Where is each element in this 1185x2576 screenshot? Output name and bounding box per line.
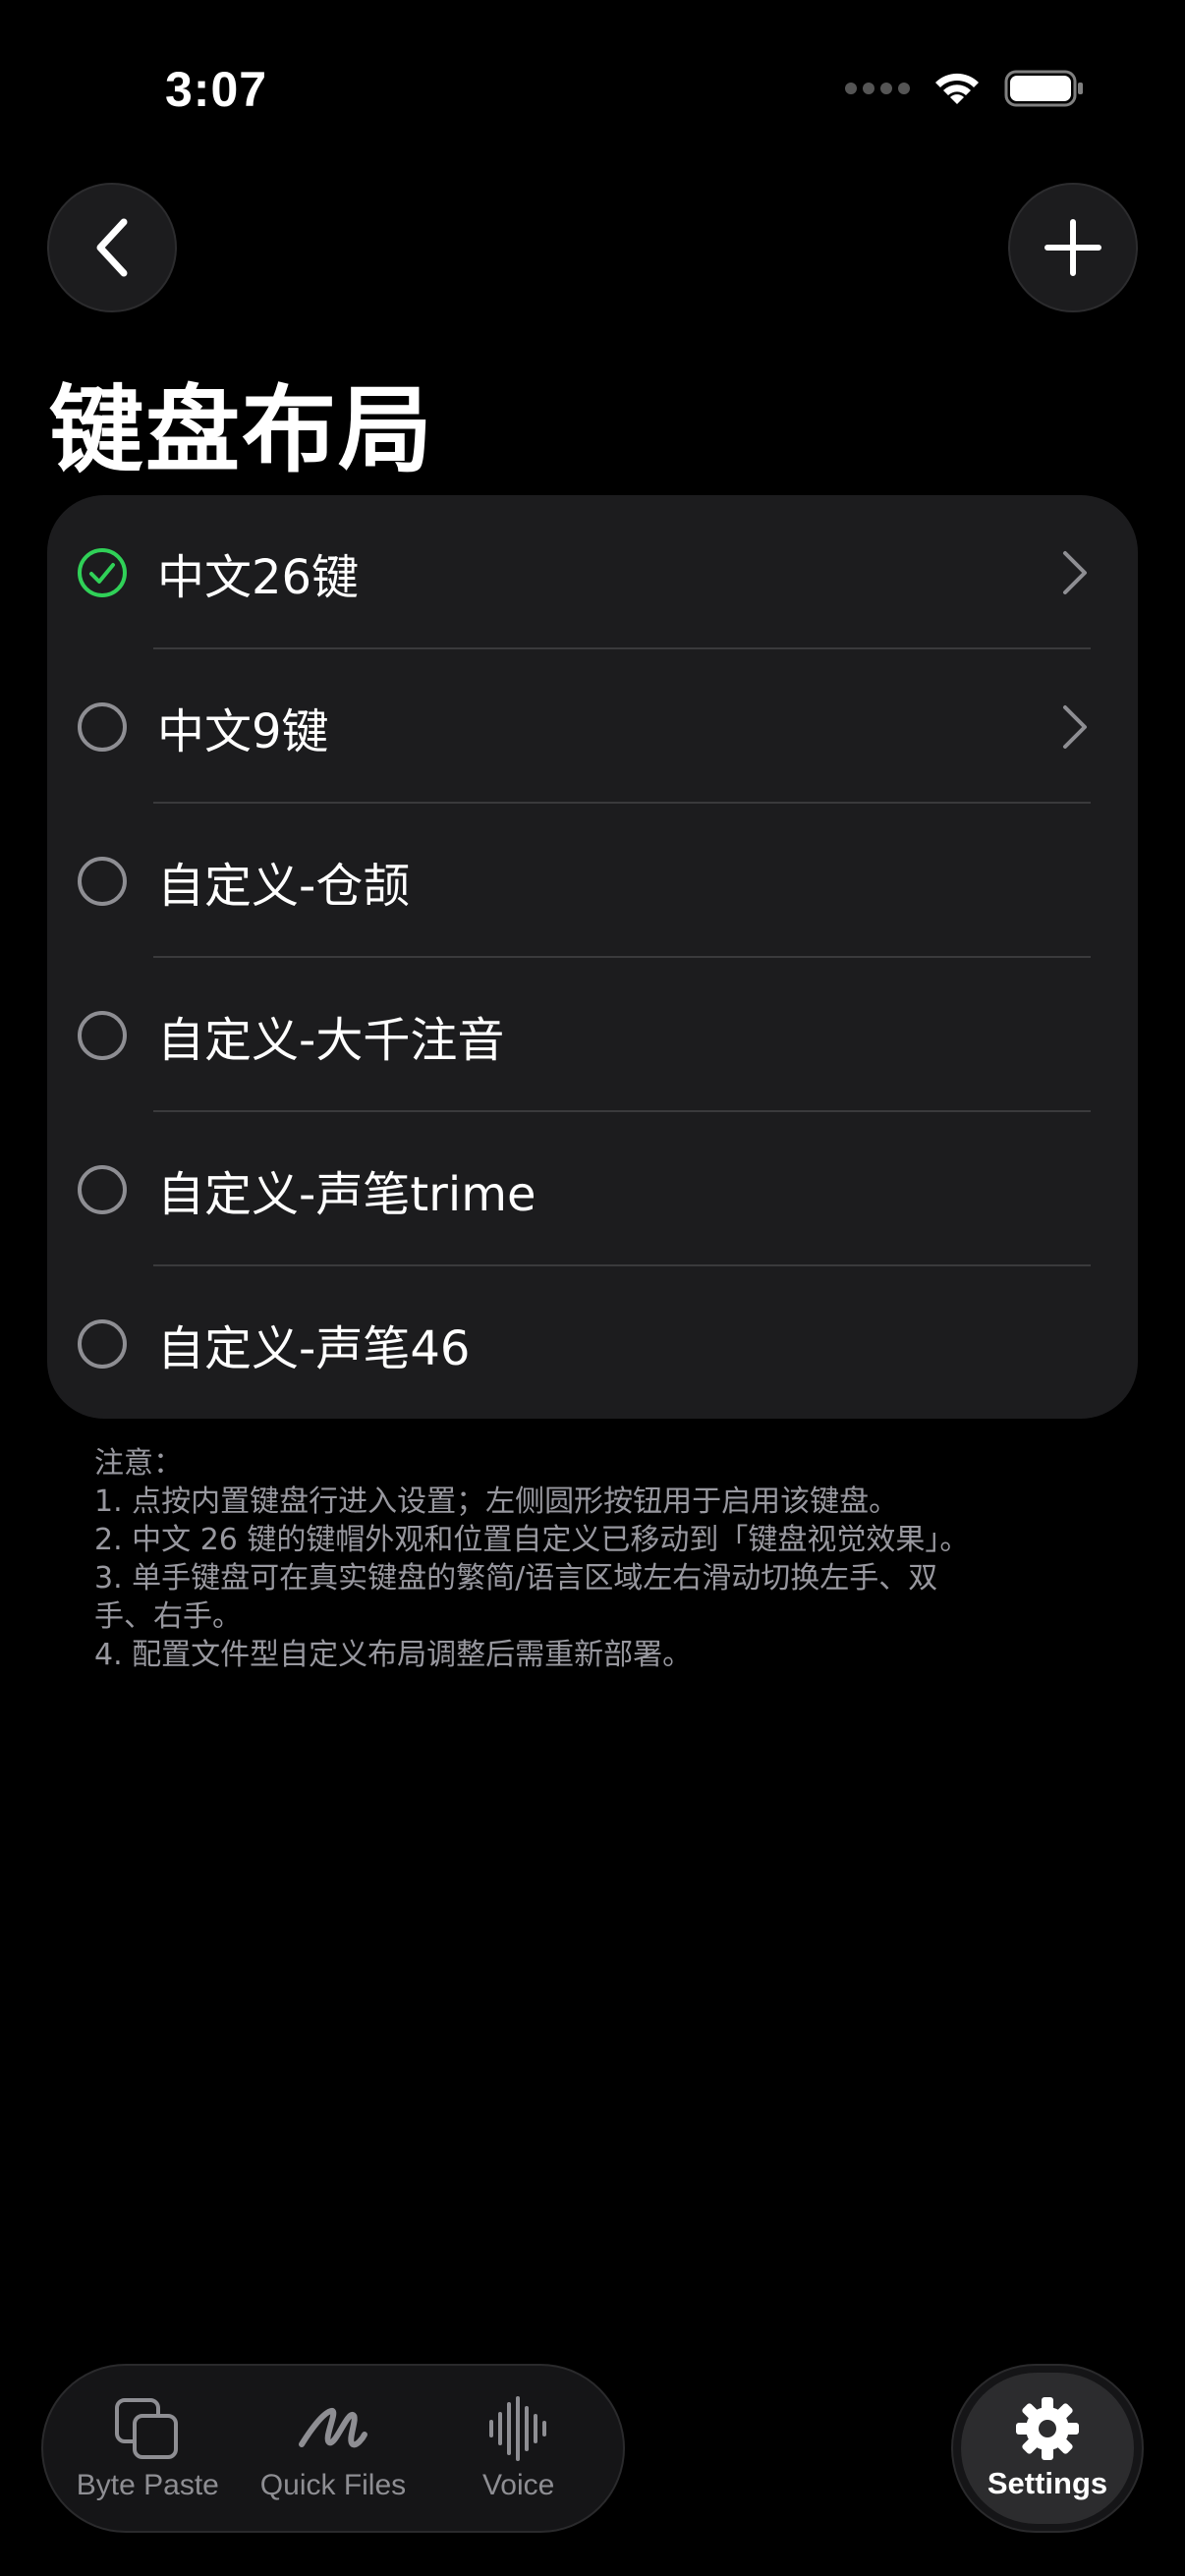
radio-unchecked-icon[interactable] [77, 856, 128, 907]
layout-label: 中文9键 [157, 703, 329, 759]
layout-row-shengbi-trime[interactable]: 自定义-声笔trime [47, 1112, 1138, 1266]
layout-row-cangjie[interactable]: 自定义-仓颉 [47, 804, 1138, 958]
gear-icon [1016, 2397, 1079, 2460]
note-line: 4. 配置文件型自定义布局调整后需重新部署。 [94, 1638, 693, 1672]
radio-unchecked-icon[interactable] [77, 1010, 128, 1061]
note-line: 2. 中文 26 键的键帽外观和位置自定义已移动到「键盘视觉效果」。 [94, 1523, 970, 1557]
wifi-icon [935, 73, 979, 104]
note-line: 1. 点按内置键盘行进入设置；左侧圆形按钮用于启用该键盘。 [94, 1484, 899, 1519]
tab-voice[interactable]: Voice [430, 2394, 607, 2502]
notes-section: 注意： 1. 点按内置键盘行进入设置；左侧圆形按钮用于启用该键盘。 2. 中文 … [94, 1444, 1136, 1674]
settings-tab-container: Settings [951, 2364, 1144, 2533]
radio-unchecked-icon[interactable] [77, 701, 128, 753]
waveform-icon [488, 2396, 546, 2461]
note-line: 3. 单手键盘可在真实键盘的繁简/语言区域左右滑动切换左手、双 手、右手。 [94, 1561, 938, 1634]
tab-label: Byte Paste [76, 2469, 219, 2501]
tab-byte-paste[interactable]: Byte Paste [59, 2394, 236, 2502]
tab-label: Settings [987, 2466, 1108, 2500]
notes-heading: 注意： [94, 1446, 183, 1481]
layout-list: 中文26键 中文9键 自定义-仓颉 自定义-大千注音 自定义-声笔trime 自… [47, 495, 1138, 1419]
status-time: 3:07 [165, 62, 268, 117]
tab-bar: Byte Paste Quick Files Voice [41, 2364, 625, 2533]
status-indicators [845, 69, 1085, 108]
layout-label: 中文26键 [157, 549, 360, 605]
tab-label: Voice [481, 2469, 555, 2501]
plus-icon [1044, 219, 1101, 276]
tab-label: Quick Files [259, 2469, 407, 2501]
chevron-right-icon [1063, 705, 1087, 749]
screen: 3:07 键盘布局 中文26键 中文9键 自定义-仓颉 自定义-大千注音 自定义… [0, 0, 1185, 2576]
layout-row-dachen-zhuyin[interactable]: 自定义-大千注音 [47, 958, 1138, 1112]
layout-row-chinese-26[interactable]: 中文26键 [47, 495, 1138, 649]
page-title: 键盘布局 [49, 375, 434, 485]
copy-icon [115, 2398, 179, 2459]
chevron-left-icon [96, 218, 128, 277]
battery-icon [1004, 70, 1083, 107]
chevron-right-icon [1063, 551, 1087, 594]
layout-row-shengbi-46[interactable]: 自定义-声笔46 [47, 1266, 1138, 1419]
cellular-dots-icon [845, 83, 910, 94]
radio-unchecked-icon[interactable] [77, 1164, 128, 1215]
radio-checked-icon[interactable] [77, 547, 128, 598]
layout-label: 自定义-声笔46 [157, 1320, 471, 1376]
layout-row-chinese-9[interactable]: 中文9键 [47, 649, 1138, 804]
layout-label: 自定义-仓颉 [157, 858, 411, 914]
tab-settings[interactable]: Settings [961, 2373, 1134, 2524]
radio-unchecked-icon[interactable] [77, 1318, 128, 1370]
scribble-icon [298, 2408, 367, 2448]
layout-label: 自定义-声笔trime [157, 1166, 536, 1222]
tab-quick-files[interactable]: Quick Files [245, 2394, 422, 2502]
add-layout-button[interactable] [1008, 183, 1138, 312]
back-button[interactable] [47, 183, 177, 312]
layout-label: 自定义-大千注音 [157, 1012, 505, 1068]
